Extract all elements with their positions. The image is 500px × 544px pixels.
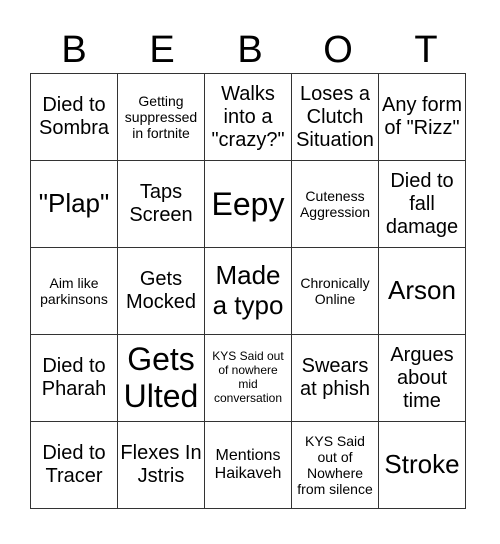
bingo-cell[interactable]: Flexes In Jstris bbox=[117, 421, 205, 509]
bingo-cell[interactable]: Gets Ulted bbox=[117, 334, 205, 422]
header-letter: B bbox=[61, 29, 87, 71]
bingo-cell[interactable]: Died to fall damage bbox=[378, 160, 466, 248]
bingo-cell[interactable]: Loses a Clutch Situation bbox=[291, 73, 379, 161]
bingo-cell[interactable]: KYS Said out of nowhere mid conversation bbox=[204, 334, 292, 422]
bingo-cell[interactable]: KYS Said out of Nowhere from silence bbox=[291, 421, 379, 509]
header-letter: T bbox=[414, 29, 438, 71]
header-letter: B bbox=[237, 29, 263, 71]
bingo-cell[interactable]: Stroke bbox=[378, 421, 466, 509]
bingo-cell[interactable]: Mentions Haikaveh bbox=[204, 421, 292, 509]
bingo-cell[interactable]: Getting suppressed in fortnite bbox=[117, 73, 205, 161]
header-letter: O bbox=[323, 29, 353, 71]
bingo-cell[interactable]: "Plap" bbox=[30, 160, 118, 248]
bingo-cell[interactable]: Walks into a "crazy?" bbox=[204, 73, 292, 161]
bingo-cell[interactable]: Died to Sombra bbox=[30, 73, 118, 161]
bingo-cell[interactable]: Any form of "Rizz" bbox=[378, 73, 466, 161]
bingo-cell[interactable]: Swears at phish bbox=[291, 334, 379, 422]
bingo-cell[interactable]: Cuteness Aggression bbox=[291, 160, 379, 248]
bingo-cell[interactable]: Argues about time bbox=[378, 334, 466, 422]
bingo-cell[interactable]: Gets Mocked bbox=[117, 247, 205, 335]
bingo-header: B E B O T bbox=[30, 28, 470, 72]
bingo-cell[interactable]: Arson bbox=[378, 247, 466, 335]
bingo-cell[interactable]: Made a typo bbox=[204, 247, 292, 335]
bingo-cell[interactable]: Chronically Online bbox=[291, 247, 379, 335]
bingo-cell[interactable]: Eepy bbox=[204, 160, 292, 248]
bingo-cell[interactable]: Died to Pharah bbox=[30, 334, 118, 422]
bingo-cell[interactable]: Taps Screen bbox=[117, 160, 205, 248]
bingo-cell[interactable]: Died to Tracer bbox=[30, 421, 118, 509]
bingo-grid: Died to Sombra Getting suppressed in for… bbox=[30, 73, 466, 509]
bingo-cell[interactable]: Aim like parkinsons bbox=[30, 247, 118, 335]
header-letter: E bbox=[149, 29, 175, 71]
